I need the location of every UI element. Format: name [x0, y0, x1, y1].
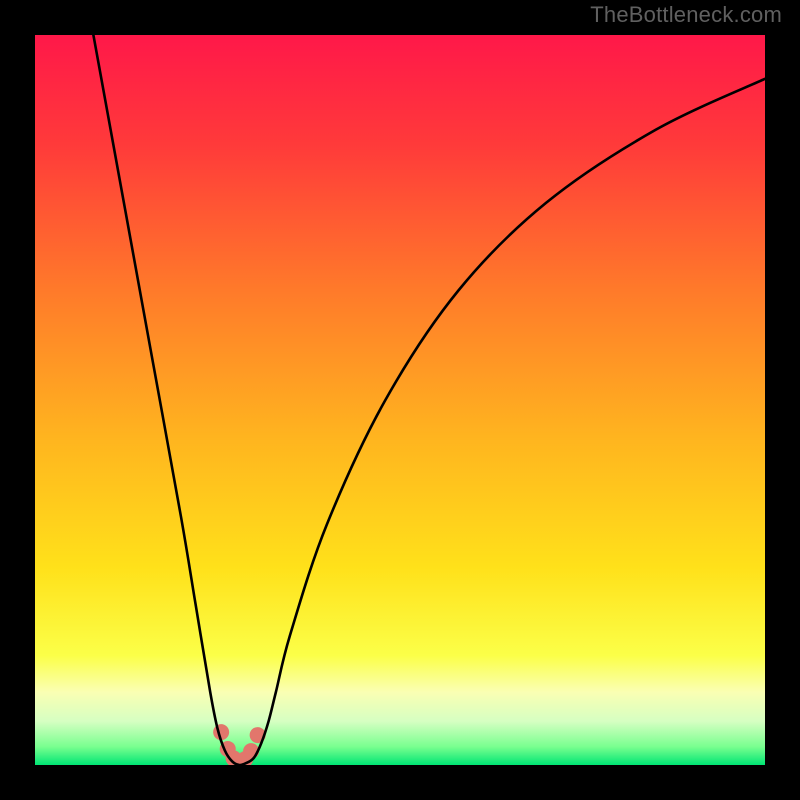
watermark-text: TheBottleneck.com: [590, 2, 782, 28]
plot-area: [35, 35, 765, 765]
curve-layer: [35, 35, 765, 765]
chart-frame: TheBottleneck.com: [0, 0, 800, 800]
bottleneck-curve: [93, 35, 765, 765]
minimum-markers: [213, 724, 265, 765]
